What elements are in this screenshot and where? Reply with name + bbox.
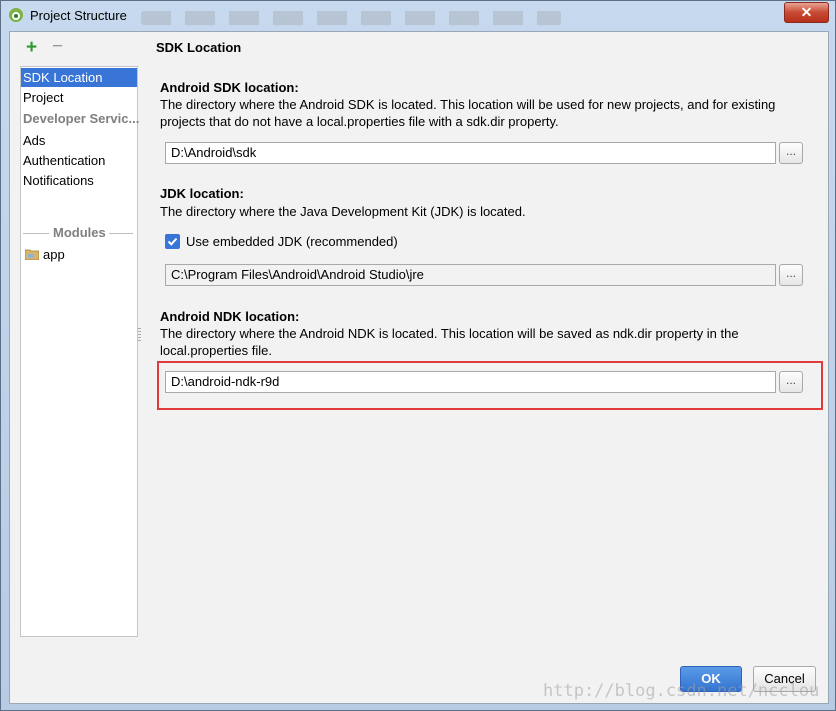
dialog-content: + − SDK Location Project Developer Servi… (9, 31, 829, 704)
sidebar-section-developer-services: Developer Servic... (23, 111, 140, 126)
jdk-path-field: C:\Program Files\Android\Android Studio\… (165, 264, 776, 286)
background-menu-blur (141, 11, 561, 25)
android-sdk-browse-button[interactable]: ... (779, 142, 803, 164)
checkmark-icon (167, 237, 178, 246)
jdk-title: JDK location: (160, 186, 244, 201)
remove-icon[interactable]: − (52, 37, 63, 56)
android-sdk-path-field[interactable]: D:\Android\sdk (165, 142, 776, 164)
watermark-text: http://blog.csdn.net/ncclou (543, 681, 820, 701)
window-title: Project Structure (30, 8, 127, 23)
sidebar: SDK Location Project Developer Servic...… (20, 66, 140, 637)
sidebar-item-notifications[interactable]: Notifications (21, 171, 137, 190)
close-button[interactable]: ✕ (784, 2, 829, 23)
android-ndk-path-field[interactable]: D:\android-ndk-r9d (165, 371, 776, 393)
use-embedded-jdk-checkbox[interactable] (165, 234, 180, 249)
add-icon[interactable]: + (26, 38, 37, 57)
android-sdk-description: The directory where the Android SDK is l… (160, 97, 776, 129)
android-ndk-title: Android NDK location: (160, 309, 300, 324)
sidebar-item-ads[interactable]: Ads (21, 131, 137, 150)
jdk-description: The directory where the Java Development… (160, 204, 526, 219)
splitter-handle[interactable] (138, 328, 141, 342)
jdk-browse-button[interactable]: ... (779, 264, 803, 286)
modules-separator: Modules (23, 225, 133, 241)
android-ndk-browse-button[interactable]: ... (779, 371, 803, 393)
android-sdk-title: Android SDK location: (160, 80, 299, 95)
sidebar-item-app[interactable]: app (21, 245, 137, 264)
panel-title: SDK Location (156, 40, 242, 55)
title-bar[interactable]: Project Structure ✕ (1, 1, 835, 29)
sidebar-item-authentication[interactable]: Authentication (21, 151, 137, 170)
project-structure-window: Project Structure ✕ + − SDK Location Pro… (0, 0, 836, 711)
sidebar-item-sdk-location[interactable]: SDK Location (21, 68, 137, 87)
android-studio-icon (9, 8, 23, 22)
use-embedded-jdk-label[interactable]: Use embedded JDK (recommended) (186, 234, 398, 249)
android-ndk-description: The directory where the Android NDK is l… (160, 326, 739, 358)
modules-label: Modules (53, 225, 106, 240)
sidebar-item-project[interactable]: Project (21, 88, 137, 107)
